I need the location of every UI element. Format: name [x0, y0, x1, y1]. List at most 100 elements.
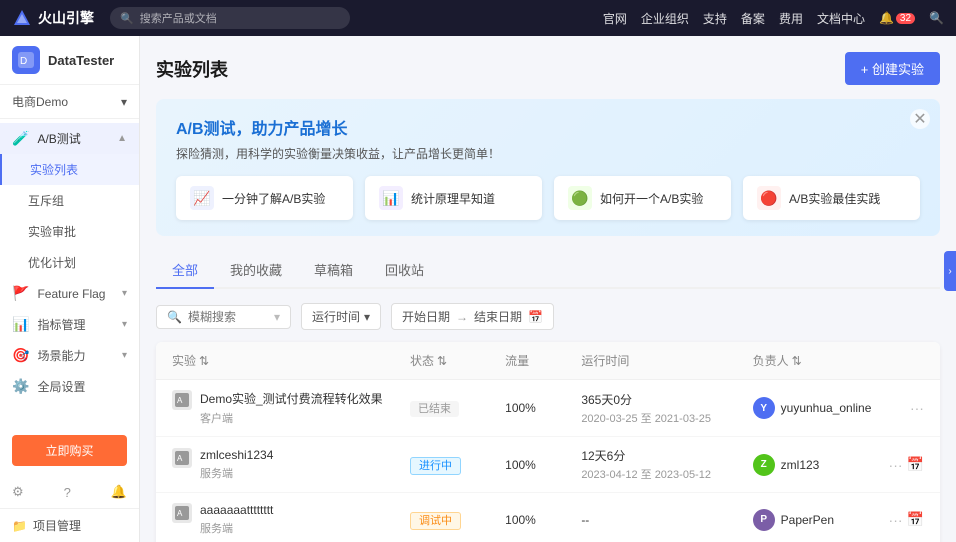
row-time-range: 2023-04-12 至 2023-05-12 — [581, 466, 752, 482]
tab-trash[interactable]: 回收站 — [369, 252, 440, 289]
th-owner-sort-icon: ⇅ — [792, 354, 802, 368]
experiment-audit-label: 实验审批 — [28, 223, 76, 240]
row-name-wrap: A aaaaaaatttttttt 服务端 — [172, 503, 410, 536]
create-experiment-button[interactable]: + 创建实验 — [845, 52, 940, 85]
banner-card-icon-2: 🟢 — [568, 186, 592, 210]
experiments-table: 实验 ⇅ 状态 ⇅ 流量 运行时间 负责人 ⇅ — [156, 342, 940, 542]
project-chevron-icon: ▾ — [121, 95, 127, 109]
banner-close-button[interactable]: ✕ — [910, 109, 930, 129]
search-filter[interactable]: 🔍 ▾ — [156, 305, 291, 329]
settings-icon[interactable]: ⚙ — [12, 484, 24, 500]
start-date-label: 开始日期 — [402, 308, 450, 325]
sidebar-item-experiment-list[interactable]: 实验列表 — [0, 154, 139, 185]
row-time: -- — [581, 513, 752, 527]
th-status[interactable]: 状态 ⇅ — [410, 352, 505, 369]
row-type-icon: A — [172, 390, 192, 410]
sidebar-item-scene-ability[interactable]: 🎯 场景能力 ▾ — [0, 340, 139, 371]
table-row[interactable]: A Demo实验_测试付费流程转化效果 客户端 已结束 100% 365天0分 … — [156, 380, 940, 437]
experiment-list-label: 实验列表 — [30, 161, 78, 178]
banner-card-0[interactable]: 📈 一分钟了解A/B实验 — [176, 176, 353, 220]
row-experiment-name: aaaaaaatttttttt — [200, 503, 273, 517]
end-date-label: 结束日期 — [474, 308, 522, 325]
nav-link-docs[interactable]: 文档中心 — [817, 10, 865, 27]
mutual-group-label: 互斥组 — [28, 192, 64, 209]
status-badge: 调试中 — [410, 512, 461, 530]
row-time-main: -- — [581, 513, 752, 527]
sidebar-item-optimize-plan[interactable]: 优化计划 — [0, 247, 139, 278]
nav-link-guanwang[interactable]: 官网 — [603, 10, 627, 27]
row-more-icon[interactable]: ··· — [889, 512, 903, 528]
row-actions: ··· 📅 — [886, 511, 924, 528]
filter-dropdown-icon: ▾ — [274, 310, 280, 324]
banner-card-1[interactable]: 📊 统计原理早知道 — [365, 176, 542, 220]
row-status: 已结束 — [410, 400, 505, 416]
sidebar-item-mutual-group[interactable]: 互斥组 — [0, 185, 139, 216]
row-experiment-sub: 服务端 — [200, 520, 273, 536]
row-time: 12天6分 2023-04-12 至 2023-05-12 — [581, 447, 752, 482]
start-date-filter[interactable]: 开始日期 → 结束日期 📅 — [391, 303, 554, 330]
th-run-time: 运行时间 — [581, 352, 752, 369]
sidebar-item-ab-test[interactable]: 🧪 A/B测试 ▲ — [0, 123, 139, 154]
sidebar-item-project-mgmt[interactable]: 📁 项目管理 — [0, 508, 139, 542]
nav-link-beian[interactable]: 备案 — [741, 10, 765, 27]
calendar-action-icon[interactable]: 📅 — [907, 456, 924, 473]
notification-bell[interactable]: 🔔32 — [879, 11, 915, 25]
project-name: 电商Demo — [12, 93, 68, 110]
promotion-banner: ✕ A/B测试，助力产品增长 探险猜测，用科学的实验衡量决策收益，让产品增长更简… — [156, 99, 940, 236]
top-search-icon[interactable]: 🔍 — [929, 11, 944, 25]
right-panel-toggle[interactable]: › — [944, 251, 956, 291]
sidebar-item-feature-flag[interactable]: 🚩 Feature Flag ▾ — [0, 278, 139, 309]
feature-flag-chevron-icon: ▾ — [122, 288, 127, 299]
project-selector[interactable]: 电商Demo ▾ — [0, 85, 139, 119]
search-input[interactable] — [188, 310, 268, 324]
tab-all[interactable]: 全部 — [156, 252, 214, 289]
th-owner[interactable]: 负责人 ⇅ — [753, 352, 886, 369]
run-time-filter[interactable]: 运行时间 ▾ — [301, 303, 381, 330]
row-actions: ··· 📅 — [886, 456, 924, 473]
sidebar-item-global-settings[interactable]: ⚙️ 全局设置 — [0, 371, 139, 402]
scene-chevron-icon: ▾ — [122, 350, 127, 361]
scene-icon: 🎯 — [12, 347, 29, 364]
table-row[interactable]: A zmlceshi1234 服务端 进行中 100% 12天6分 2023-0… — [156, 437, 940, 493]
banner-card-3[interactable]: 🔴 A/B实验最佳实践 — [743, 176, 920, 220]
ab-test-icon: 🧪 — [12, 130, 29, 147]
metrics-label: 指标管理 — [37, 316, 85, 333]
th-status-sort-icon: ⇅ — [437, 354, 447, 368]
search-placeholder: 搜索产品或文档 — [140, 10, 217, 26]
row-name-block: aaaaaaatttttttt 服务端 — [200, 503, 273, 536]
row-actions: ··· — [886, 400, 924, 416]
th-flow: 流量 — [505, 352, 581, 369]
tab-drafts[interactable]: 草稿箱 — [298, 252, 369, 289]
banner-card-2[interactable]: 🟢 如何开一个A/B实验 — [554, 176, 731, 220]
help-icon[interactable]: ? — [64, 485, 71, 500]
row-more-icon[interactable]: ··· — [910, 400, 924, 416]
calendar-action-icon[interactable]: 📅 — [907, 511, 924, 528]
owner-name: yuyunhua_online — [781, 401, 872, 415]
row-flow: 100% — [505, 401, 581, 415]
bell-icon[interactable]: 🔔 — [111, 484, 127, 500]
row-owner: Z zml123 — [753, 454, 886, 476]
row-more-icon[interactable]: ··· — [889, 457, 903, 473]
th-experiment-sort-icon: ⇅ — [199, 354, 209, 368]
row-experiment-sub: 客户端 — [200, 410, 383, 426]
banner-card-text-1: 统计原理早知道 — [411, 190, 495, 207]
row-type-icon: A — [172, 503, 192, 523]
nav-link-support[interactable]: 支持 — [703, 10, 727, 27]
global-search[interactable]: 🔍 搜索产品或文档 — [110, 7, 350, 29]
nav-link-feiyong[interactable]: 费用 — [779, 10, 803, 27]
global-settings-label: 全局设置 — [37, 378, 85, 395]
sidebar-item-experiment-audit[interactable]: 实验审批 — [0, 216, 139, 247]
th-experiment[interactable]: 实验 ⇅ — [172, 352, 410, 369]
sidebar-item-metrics-mgmt[interactable]: 📊 指标管理 ▾ — [0, 309, 139, 340]
row-type-icon: A — [172, 448, 192, 468]
buy-now-button[interactable]: 立即购买 — [12, 435, 127, 466]
nav-links: 官网 企业组织 支持 备案 费用 文档中心 🔔32 🔍 — [603, 10, 944, 27]
tab-favorites[interactable]: 我的收藏 — [214, 252, 298, 289]
project-mgmt-icon: 📁 — [12, 519, 27, 533]
row-flow: 100% — [505, 458, 581, 472]
optimize-plan-label: 优化计划 — [28, 254, 76, 271]
feature-flag-icon: 🚩 — [12, 285, 29, 302]
table-row[interactable]: A aaaaaaatttttttt 服务端 调试中 100% -- P Pape… — [156, 493, 940, 542]
sidebar-label-ab-test: A/B测试 — [37, 130, 80, 147]
nav-link-qiye[interactable]: 企业组织 — [641, 10, 689, 27]
